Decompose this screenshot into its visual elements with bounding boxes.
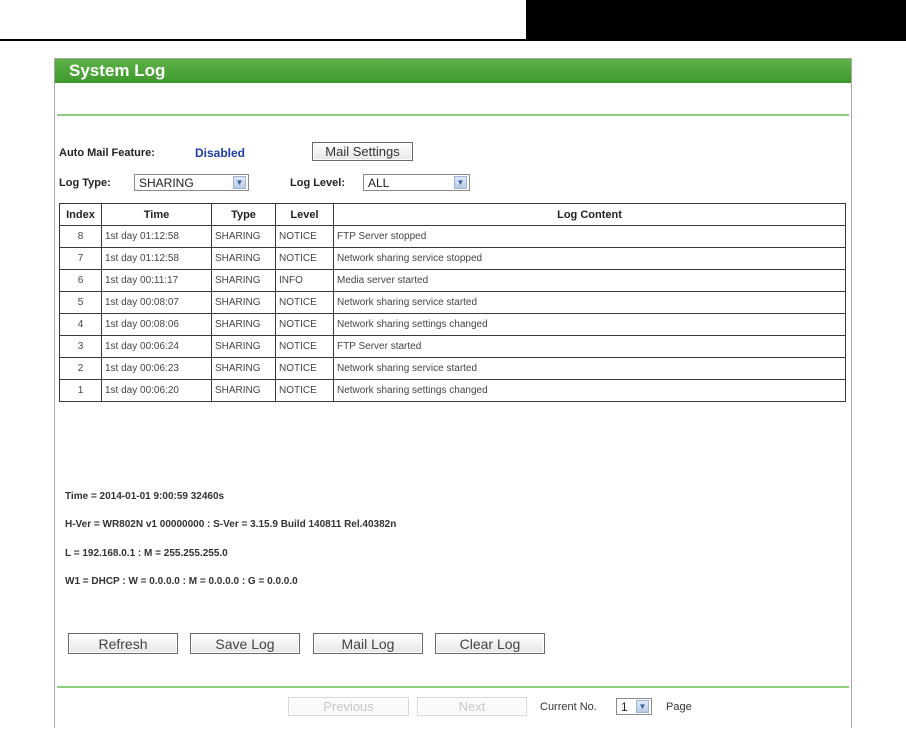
- cell-type: SHARING: [211, 225, 276, 248]
- cell-level: INFO: [275, 269, 334, 292]
- header-index: Index: [59, 203, 102, 226]
- cell-type: SHARING: [211, 291, 276, 314]
- table-header-row: Index Time Type Level Log Content: [59, 203, 846, 226]
- table-row: 5 1st day 00:08:07 SHARING NOTICE Network sh…: [59, 291, 846, 314]
- current-no-label: Current No.: [540, 701, 597, 713]
- cell-log-content: FTP Server started: [333, 335, 846, 358]
- cell-level: NOTICE: [275, 313, 334, 336]
- cell-index: 2: [59, 357, 102, 380]
- log-level-value: ALL: [368, 176, 390, 190]
- cell-log-content: Network sharing service started: [333, 357, 846, 380]
- cell-time: 1st day 01:12:58: [101, 247, 212, 270]
- cell-type: SHARING: [211, 247, 276, 270]
- header-log-content: Log Content: [333, 203, 846, 226]
- cell-log-content: Network sharing settings changed: [333, 313, 846, 336]
- table-row: 4 1st day 00:08:06 SHARING NOTICE Network sh…: [59, 313, 846, 336]
- cell-type: SHARING: [211, 379, 276, 402]
- cell-type: SHARING: [211, 269, 276, 292]
- table-row: 8 1st day 01:12:58 SHARING NOTICE FTP Server…: [59, 225, 846, 248]
- title-divider: [57, 114, 849, 116]
- cell-time: 1st day 00:08:07: [101, 291, 212, 314]
- mail-settings-button[interactable]: Mail Settings: [312, 142, 413, 161]
- cell-index: 8: [59, 225, 102, 248]
- cell-type: SHARING: [211, 335, 276, 358]
- cell-time: 1st day 00:11:17: [101, 269, 212, 292]
- auto-mail-status: Disabled: [195, 146, 246, 160]
- cell-index: 4: [59, 313, 102, 336]
- table-row: 1 1st day 00:06:20 SHARING NOTICE Network sh…: [59, 379, 846, 402]
- auto-mail-label: Auto Mail Feature:: [59, 147, 155, 159]
- cell-time: 1st day 00:06:24: [101, 335, 212, 358]
- refresh-button[interactable]: Refresh: [68, 633, 178, 654]
- chevron-down-icon: ▼: [233, 176, 246, 189]
- cell-time: 1st day 01:12:58: [101, 225, 212, 248]
- cell-time: 1st day 00:06:23: [101, 357, 212, 380]
- page-select[interactable]: 1 ▼: [616, 698, 652, 715]
- log-table: Index Time Type Level Log Content 8 1st d…: [59, 203, 846, 402]
- top-black-banner: [526, 0, 906, 41]
- cell-index: 3: [59, 335, 102, 358]
- table-row: 3 1st day 00:06:24 SHARING NOTICE FTP Server…: [59, 335, 846, 358]
- header-type: Type: [211, 203, 276, 226]
- cell-log-content: Network sharing service started: [333, 291, 846, 314]
- cell-time: 1st day 00:06:20: [101, 379, 212, 402]
- next-button[interactable]: Next: [417, 697, 527, 716]
- header-time: Time: [101, 203, 212, 226]
- mail-log-button[interactable]: Mail Log: [313, 633, 423, 654]
- table-row: 6 1st day 00:11:17 SHARING INFO Media server…: [59, 269, 846, 292]
- table-row: 2 1st day 00:06:23 SHARING NOTICE Network sh…: [59, 357, 846, 380]
- cell-type: SHARING: [211, 357, 276, 380]
- clear-log-button[interactable]: Clear Log: [435, 633, 545, 654]
- cell-index: 7: [59, 247, 102, 270]
- chevron-down-icon: ▼: [636, 700, 649, 713]
- cell-log-content: Media server started: [333, 269, 846, 292]
- page-title: System Log: [69, 61, 166, 80]
- log-type-value: SHARING: [139, 176, 194, 190]
- system-log-panel: System Log Auto Mail Feature: Disabled M…: [54, 58, 852, 728]
- cell-level: NOTICE: [275, 247, 334, 270]
- chevron-down-icon: ▼: [454, 176, 467, 189]
- title-bar: System Log: [55, 59, 851, 83]
- cell-level: NOTICE: [275, 357, 334, 380]
- top-divider-line: [0, 39, 526, 41]
- save-log-button[interactable]: Save Log: [190, 633, 300, 654]
- info-time: Time = 2014-01-01 9:00:59 32460s: [65, 491, 225, 502]
- cell-index: 6: [59, 269, 102, 292]
- info-version: H-Ver = WR802N v1 00000000 : S-Ver = 3.1…: [65, 519, 397, 530]
- cell-log-content: Network sharing service stopped: [333, 247, 846, 270]
- cell-type: SHARING: [211, 313, 276, 336]
- page-label: Page: [666, 701, 692, 713]
- table-row: 7 1st day 01:12:58 SHARING NOTICE Network sh…: [59, 247, 846, 270]
- cell-level: NOTICE: [275, 291, 334, 314]
- cell-log-content: FTP Server stopped: [333, 225, 846, 248]
- header-level: Level: [275, 203, 334, 226]
- page-select-value: 1: [621, 700, 628, 714]
- footer-divider: [57, 686, 849, 688]
- info-lan: L = 192.168.0.1 : M = 255.255.255.0: [65, 548, 228, 559]
- cell-level: NOTICE: [275, 335, 334, 358]
- cell-index: 1: [59, 379, 102, 402]
- cell-level: NOTICE: [275, 379, 334, 402]
- cell-level: NOTICE: [275, 225, 334, 248]
- cell-time: 1st day 00:08:06: [101, 313, 212, 336]
- cell-index: 5: [59, 291, 102, 314]
- info-wan: W1 = DHCP : W = 0.0.0.0 : M = 0.0.0.0 : …: [65, 576, 298, 587]
- log-type-select[interactable]: SHARING ▼: [134, 174, 249, 191]
- log-level-select[interactable]: ALL ▼: [363, 174, 470, 191]
- log-level-label: Log Level:: [290, 177, 346, 189]
- previous-button[interactable]: Previous: [288, 697, 409, 716]
- cell-log-content: Network sharing settings changed: [333, 379, 846, 402]
- log-type-label: Log Type:: [59, 177, 111, 189]
